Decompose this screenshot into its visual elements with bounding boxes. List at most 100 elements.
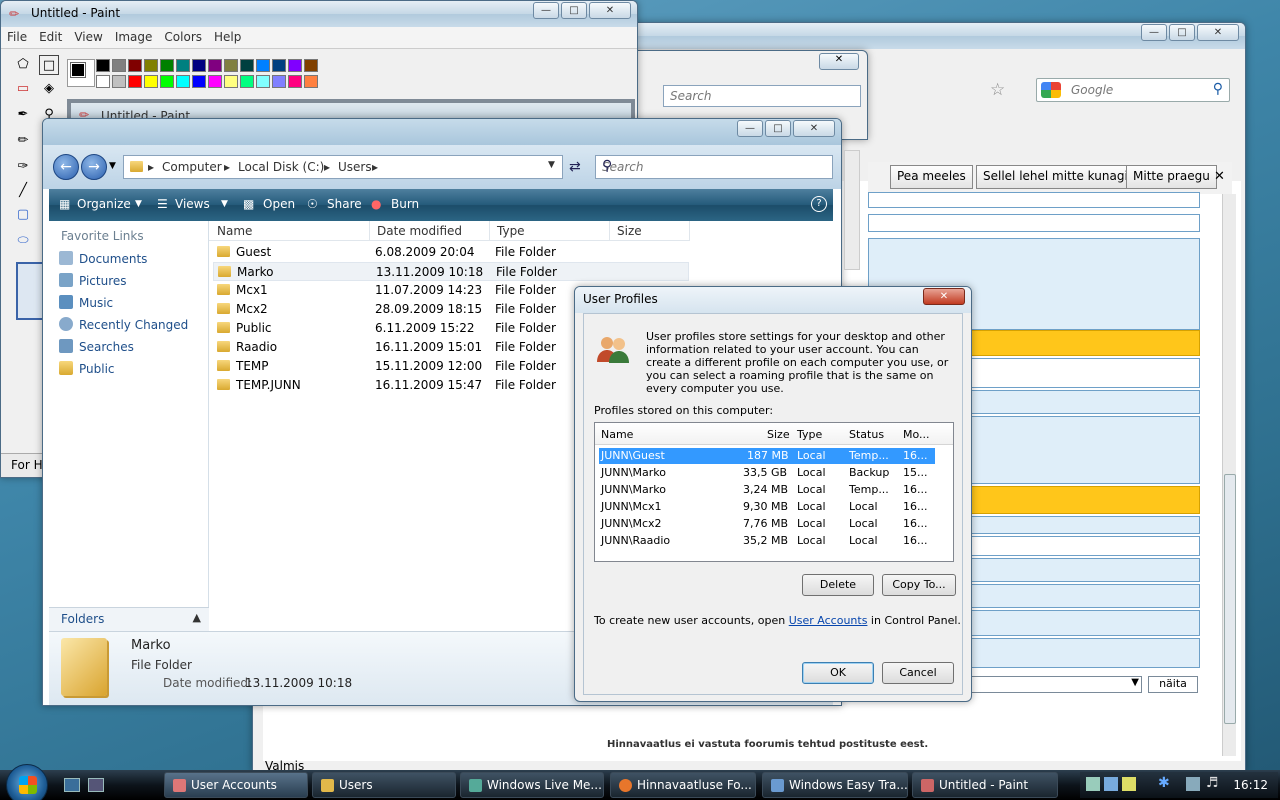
close-button[interactable]: ✕ [589, 2, 631, 19]
col-modified[interactable]: Mo... [903, 428, 930, 441]
task-windows-live[interactable]: Windows Live Me... [460, 772, 604, 798]
col-size[interactable]: Size [767, 428, 790, 441]
color-swatch[interactable] [240, 75, 254, 88]
pencil-icon[interactable]: ✏ [13, 131, 33, 151]
close-button[interactable]: ✕ [923, 288, 965, 305]
history-dropdown-icon[interactable]: ▼ [109, 161, 116, 171]
chevron-down-icon[interactable]: ▼ [548, 160, 555, 170]
menu-help[interactable]: Help [208, 27, 247, 44]
chevron-up-icon[interactable]: ▲ [193, 611, 201, 624]
breadcrumb-users[interactable]: Users [338, 160, 372, 174]
maximize-button[interactable]: □ [1169, 24, 1195, 41]
color-swatch[interactable] [208, 59, 222, 72]
ok-button[interactable]: OK [802, 662, 874, 684]
breadcrumb-computer[interactable]: Computer [162, 160, 222, 174]
menu-view[interactable]: View [68, 27, 108, 44]
menu-file[interactable]: File [1, 27, 33, 44]
picker-icon[interactable]: ✒ [13, 105, 33, 125]
back-button[interactable]: ← [53, 154, 79, 180]
close-button[interactable]: ✕ [819, 53, 859, 70]
share-button[interactable]: Share [327, 197, 362, 211]
tray-icon[interactable] [1086, 777, 1100, 791]
window-scrollbar[interactable] [844, 150, 860, 270]
color-swatch[interactable] [96, 75, 110, 88]
remember-button[interactable]: Pea meeles [890, 165, 973, 189]
color-swatch[interactable] [224, 75, 238, 88]
profile-row[interactable]: JUNN\Mcx2 7,76 MB Local Local 16... [599, 516, 935, 532]
browser-scrollbar[interactable] [1222, 194, 1236, 756]
bluetooth-icon[interactable]: ✱ [1158, 775, 1170, 791]
color-swatch[interactable] [128, 59, 142, 72]
switch-windows-icon[interactable] [88, 778, 104, 792]
breadcrumb-arrow-icon[interactable]: ▸ [224, 160, 230, 174]
show-desktop-icon[interactable] [64, 778, 80, 792]
show-select[interactable]: ▼ [970, 676, 1142, 693]
profile-row[interactable]: JUNN\Raadio 35,2 MB Local Local 16... [599, 533, 935, 549]
profile-row-selected[interactable]: JUNN\Guest 187 MB Local Temp... 16... [599, 448, 935, 464]
minimize-button[interactable]: — [737, 120, 763, 137]
not-now-button[interactable]: Mitte praegu [1126, 165, 1217, 189]
col-size[interactable]: Size [617, 224, 642, 238]
color-swatch[interactable] [240, 59, 254, 72]
col-status[interactable]: Status [849, 428, 884, 441]
maximize-button[interactable]: □ [561, 2, 587, 19]
col-type[interactable]: Type [497, 224, 525, 238]
col-type[interactable]: Type [797, 428, 822, 441]
cancel-button[interactable]: Cancel [882, 662, 954, 684]
organize-button[interactable]: Organize [77, 197, 131, 211]
file-row[interactable]: Guest 6.08.2009 20:04 File Folder [213, 243, 689, 262]
col-date-modified[interactable]: Date modified [377, 224, 462, 238]
close-button[interactable]: ✕ [793, 120, 835, 137]
user-accounts-link[interactable]: User Accounts [789, 614, 868, 627]
color-swatch[interactable] [304, 59, 318, 72]
task-users[interactable]: Users [312, 772, 456, 798]
menu-colors[interactable]: Colors [158, 27, 208, 44]
minimize-button[interactable]: — [533, 2, 559, 19]
start-button[interactable] [6, 764, 48, 800]
task-user-accounts[interactable]: User Accounts [164, 772, 308, 798]
color-swatch[interactable] [112, 59, 126, 72]
paint-titlebar[interactable]: ✏ Untitled - Paint — □ ✕ [1, 1, 637, 27]
color-swatch[interactable] [304, 75, 318, 88]
task-paint[interactable]: Untitled - Paint [912, 772, 1058, 798]
col-name[interactable]: Name [601, 428, 633, 441]
maximize-button[interactable]: □ [765, 120, 791, 137]
open-button[interactable]: Open [263, 197, 295, 211]
profiles-list[interactable]: Name Size Type Status Mo... JUNN\Guest 18… [594, 422, 954, 562]
breadcrumb-arrow-icon[interactable]: ▸ [148, 160, 154, 174]
task-hinnavaatlus[interactable]: Hinnavaatluse Fo... [610, 772, 756, 798]
color-swatch[interactable] [256, 75, 270, 88]
menu-image[interactable]: Image [109, 27, 159, 44]
nav-searches[interactable]: Searches [59, 339, 134, 354]
favorite-star-icon[interactable]: ☆ [990, 80, 1005, 100]
file-row-selected[interactable]: Marko 13.11.2009 10:18 File Folder [213, 262, 689, 281]
clock[interactable]: 16:12 [1233, 778, 1268, 792]
breadcrumb-arrow-icon[interactable]: ▸ [372, 160, 378, 174]
google-search-input[interactable]: Google ⚲ [1036, 78, 1230, 102]
minimize-button[interactable]: — [1141, 24, 1167, 41]
color-swatch[interactable] [192, 59, 206, 72]
explorer-search-input[interactable]: Search ⚲ [595, 155, 833, 179]
nav-documents[interactable]: Documents [59, 251, 147, 266]
window-search-input[interactable]: Search [663, 85, 861, 107]
color-swatch[interactable] [128, 75, 142, 88]
nav-music[interactable]: Music [59, 295, 113, 310]
color-swatch[interactable] [144, 59, 158, 72]
color-swatch[interactable] [272, 59, 286, 72]
show-button[interactable]: näita [1148, 676, 1198, 693]
chevron-down-icon[interactable]: ▼ [221, 199, 228, 209]
color-swatch[interactable] [176, 75, 190, 88]
color-swatch[interactable] [288, 59, 302, 72]
never-button[interactable]: Sellel lehel mitte kunagi [976, 165, 1135, 189]
chevron-down-icon[interactable]: ▼ [135, 199, 142, 209]
color-swatch[interactable] [288, 75, 302, 88]
rectangle-icon[interactable]: ▢ [13, 205, 33, 225]
address-bar[interactable]: ▸ Computer ▸ Local Disk (C:) ▸ Users ▸ ▼ [123, 155, 563, 179]
eraser-icon[interactable]: ▭ [13, 79, 33, 99]
breadcrumb-local-disk[interactable]: Local Disk (C:) [238, 160, 324, 174]
color-swatch[interactable] [176, 59, 190, 72]
color-swatch[interactable] [96, 59, 110, 72]
network-icon[interactable] [1186, 777, 1200, 791]
ellipse-icon[interactable]: ⬭ [13, 231, 33, 251]
profile-row[interactable]: JUNN\Marko 33,5 GB Local Backup 15... [599, 465, 935, 481]
